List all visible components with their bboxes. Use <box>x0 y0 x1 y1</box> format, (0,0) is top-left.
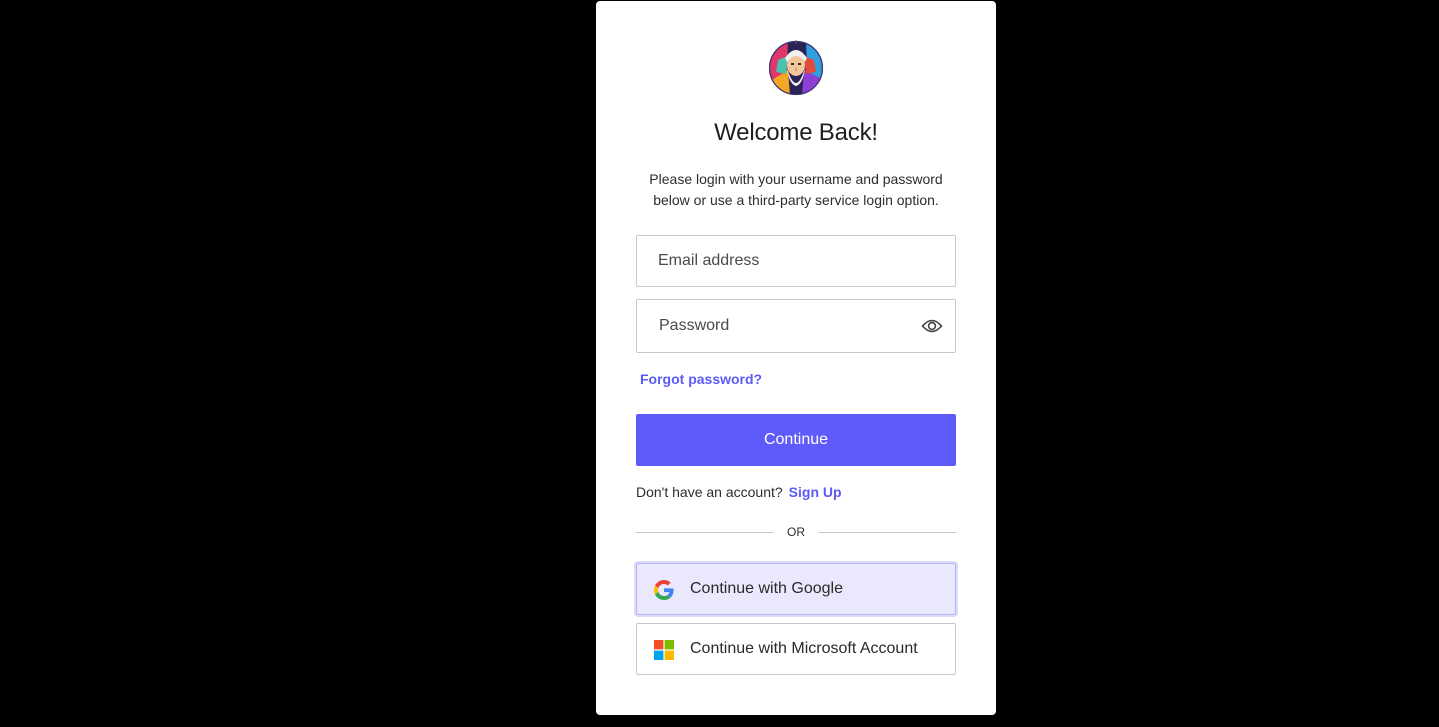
email-field-wrapper <box>636 235 956 287</box>
login-instructions: Please login with your username and pass… <box>649 171 943 208</box>
signup-link[interactable]: Sign Up <box>789 484 842 500</box>
password-field[interactable] <box>637 300 955 352</box>
app-logo <box>768 40 824 96</box>
eye-icon[interactable] <box>921 316 943 336</box>
continue-button[interactable]: Continue <box>636 414 956 466</box>
or-divider: OR <box>636 525 956 541</box>
google-login-button[interactable]: Continue with Google <box>636 563 956 615</box>
microsoft-login-button[interactable]: Continue with Microsoft Account <box>636 623 956 675</box>
signup-row: Don't have an account? Sign Up <box>636 484 842 500</box>
microsoft-icon <box>654 640 674 660</box>
password-field-wrapper <box>636 299 956 353</box>
divider-line-right <box>818 532 956 533</box>
google-icon <box>654 580 674 600</box>
signup-prompt: Don't have an account? <box>636 484 783 500</box>
google-login-label: Continue with Google <box>690 580 843 597</box>
page-title: Welcome Back! <box>714 119 878 146</box>
email-field[interactable] <box>637 236 955 286</box>
microsoft-login-label: Continue with Microsoft Account <box>690 640 918 657</box>
forgot-password-link[interactable]: Forgot password? <box>640 371 762 387</box>
login-card: Welcome Back! Please login with your use… <box>596 1 996 715</box>
